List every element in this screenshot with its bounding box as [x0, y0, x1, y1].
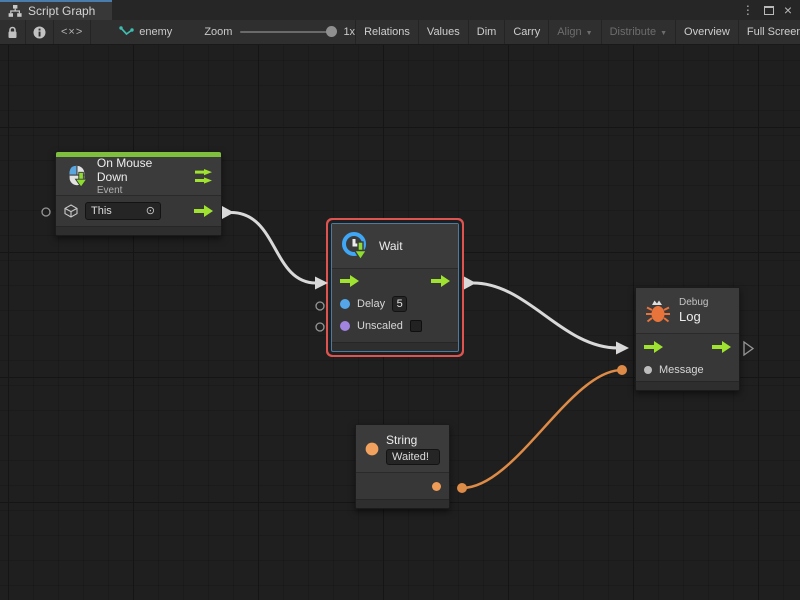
node-subtitle: Event — [97, 185, 179, 196]
script-graph-window: Script Graph ⋮ × <×> — [0, 0, 800, 600]
flow-output-port[interactable] — [431, 275, 450, 287]
string-literal-icon — [365, 438, 379, 460]
code-angle-icon: <×> — [61, 26, 83, 38]
window-menu-icon[interactable]: ⋮ — [742, 4, 754, 16]
wait-clock-icon — [341, 231, 371, 261]
close-icon[interactable]: × — [784, 3, 792, 17]
delay-port-row: Delay 5 — [332, 293, 458, 315]
node-on-mouse-down[interactable]: On Mouse Down Event — [55, 151, 222, 236]
this-object-field[interactable]: This ⊙ — [85, 202, 161, 220]
maximize-icon[interactable] — [764, 6, 774, 15]
node-title: Wait — [379, 239, 403, 253]
node-category: Debug — [679, 297, 708, 308]
string-output-row — [356, 473, 449, 499]
title-bar: Script Graph ⋮ × — [0, 0, 800, 20]
titlebar-spacer — [112, 0, 742, 20]
values-button[interactable]: Values — [418, 20, 468, 44]
message-label: Message — [659, 364, 704, 376]
chevron-down-icon: ▼ — [586, 30, 593, 37]
lock-button[interactable] — [0, 20, 26, 44]
flow-output-port[interactable] — [712, 341, 731, 353]
chevron-down-icon: ▼ — [660, 30, 667, 37]
zoom-control: Zoom 1x — [204, 20, 355, 44]
node-footer — [356, 499, 449, 508]
graph-hierarchy-icon — [8, 5, 22, 17]
flow-output-port[interactable] — [194, 205, 213, 217]
flow-row — [636, 334, 739, 359]
string-output-port[interactable] — [432, 482, 441, 491]
node-title: String — [386, 433, 440, 447]
wire-wait-to-log[interactable] — [473, 283, 618, 348]
align-button[interactable]: Align ▼ — [548, 20, 600, 44]
graph-canvas[interactable]: On Mouse Down Event — [0, 45, 800, 600]
fullscreen-button[interactable]: Full Screen — [738, 20, 800, 44]
wire-start-arrow[interactable] — [464, 277, 476, 290]
delay-input-port[interactable] — [340, 299, 350, 309]
node-debug-log[interactable]: Debug Log Message — [635, 287, 740, 391]
wire-value-endpoint[interactable] — [617, 365, 627, 375]
message-port-row: Message — [636, 359, 739, 381]
graph-pointer-icon — [119, 26, 134, 38]
wire-end-arrow[interactable] — [315, 277, 328, 290]
node-title: On Mouse Down — [97, 156, 179, 184]
node-string-literal[interactable]: String Waited! — [355, 424, 450, 509]
wire-string-to-message[interactable] — [462, 370, 622, 488]
message-input-port[interactable] — [644, 366, 652, 374]
zoom-label: Zoom — [204, 26, 232, 38]
wire-start-arrow[interactable] — [222, 206, 234, 219]
overview-button[interactable]: Overview — [675, 20, 738, 44]
inspect-button[interactable] — [26, 20, 54, 44]
string-value-field[interactable]: Waited! — [386, 449, 440, 465]
graph-name: enemy — [139, 26, 172, 38]
mouse-icon — [65, 163, 89, 189]
tab-title: Script Graph — [28, 4, 95, 18]
debug-bug-icon — [645, 298, 671, 324]
flow-input-port[interactable] — [340, 275, 359, 287]
unscaled-port-row: Unscaled — [332, 315, 458, 337]
node-wait[interactable]: Wait Delay 5 — [331, 223, 459, 352]
code-preview-button[interactable]: <×> — [54, 20, 91, 44]
zoom-value: 1x — [343, 26, 355, 38]
input-port-circle[interactable] — [42, 208, 50, 216]
input-port-circle[interactable] — [316, 302, 324, 310]
flow-row — [332, 269, 458, 293]
node-footer — [56, 226, 221, 235]
graph-reference[interactable]: enemy — [113, 20, 178, 44]
carry-button[interactable]: Carry — [504, 20, 548, 44]
unscaled-input-port[interactable] — [340, 321, 350, 331]
zoom-slider[interactable] — [240, 31, 335, 33]
output-port-triangle[interactable] — [744, 342, 753, 355]
delay-label: Delay — [357, 298, 385, 310]
node-title: Log — [679, 309, 708, 324]
graph-toolbar: <×> enemy Zoom 1x Relations Values Dim C… — [0, 20, 800, 45]
wire-end-arrow[interactable] — [616, 342, 629, 355]
unscaled-label: Unscaled — [357, 320, 403, 332]
tab-script-graph[interactable]: Script Graph — [0, 0, 112, 20]
wire-value-endpoint[interactable] — [457, 483, 467, 493]
cube-icon — [64, 204, 78, 218]
relations-button[interactable]: Relations — [355, 20, 418, 44]
unscaled-checkbox[interactable] — [410, 320, 422, 332]
lock-icon — [7, 26, 18, 39]
distribute-button[interactable]: Distribute ▼ — [601, 20, 675, 44]
input-port-circle[interactable] — [316, 323, 324, 331]
flow-input-port[interactable] — [644, 341, 663, 353]
this-port-row: This ⊙ — [56, 196, 221, 226]
info-icon — [33, 26, 46, 39]
zoom-slider-handle[interactable] — [326, 26, 337, 37]
dim-button[interactable]: Dim — [468, 20, 505, 44]
toolbar-buttons: Relations Values Dim Carry Align ▼ Distr… — [355, 20, 800, 44]
node-footer — [636, 381, 739, 390]
delay-value-field[interactable]: 5 — [392, 296, 407, 312]
wire-mousedown-to-wait[interactable] — [231, 213, 316, 284]
node-footer — [332, 342, 458, 351]
trigger-output-port[interactable] — [195, 169, 212, 184]
object-picker-icon[interactable]: ⊙ — [146, 206, 155, 217]
